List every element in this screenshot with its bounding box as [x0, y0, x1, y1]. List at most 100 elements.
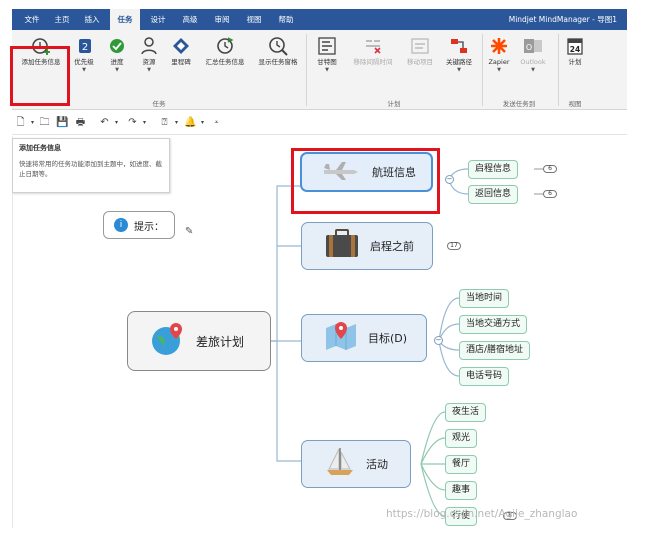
critical-path-button[interactable]: 关键路径 ▼ [440, 32, 478, 96]
priority-icon: 2 [73, 36, 95, 56]
zapier-button[interactable]: Zapier ▼ [484, 32, 514, 96]
summarize-task-info-button[interactable]: 汇总任务信息 [200, 32, 250, 96]
show-task-pane-button[interactable]: 显示任务窗格 [252, 32, 304, 96]
remove-gap-icon [362, 36, 384, 56]
tab-home[interactable]: 主页 [48, 9, 76, 30]
tooltip-body: 快速将常用的任务功能添加到主题中，如进度、截止日期等。 [19, 160, 162, 178]
progress-icon [106, 36, 128, 56]
chevron-down-icon: ▼ [531, 67, 535, 73]
clock-summary-icon [214, 36, 236, 56]
topic-label: 启程之前 [370, 240, 414, 253]
globe-pin-icon [150, 321, 186, 361]
priority-button[interactable]: 2 优先级 ▼ [68, 32, 100, 96]
topic-destination[interactable]: 目标(D) [301, 314, 427, 362]
svg-text:O: O [526, 43, 532, 52]
chevron-down-icon: ▼ [457, 67, 461, 73]
root-topic-label: 差旅计划 [196, 334, 245, 349]
tab-design[interactable]: 设计 [144, 9, 172, 30]
svg-text:2: 2 [82, 42, 88, 53]
person-icon [138, 36, 160, 56]
remove-gap-button[interactable]: 移除间隔时间 [346, 32, 400, 96]
subtopic-sightseeing[interactable]: 观光 [445, 429, 478, 448]
outlook-button[interactable]: O Outlook ▼ [516, 32, 550, 96]
root-topic[interactable]: 差旅计划 [127, 311, 271, 371]
chevron-down-icon[interactable]: ▾ [170, 116, 183, 129]
collapse-toggle[interactable]: − [445, 175, 454, 184]
add-task-info-tooltip: 添加任务信息 快速将常用的任务功能添加到主题中，如进度、截止日期等。 [12, 138, 170, 193]
app-title: Mindjet MindManager - 导图1 [508, 15, 617, 24]
ribbon: 添加任务信息 2 优先级 ▼ 进度 ▼ 资源 ▼ 里程碑 汇总任务信息 显示任务… [12, 30, 627, 110]
critical-path-icon [448, 36, 470, 56]
chevron-down-icon[interactable]: ▾ [110, 116, 123, 129]
count-badge: 6 [543, 165, 557, 173]
highlight-add-task-info [10, 46, 70, 106]
save-icon[interactable]: 💾 [56, 116, 69, 129]
zapier-icon [488, 36, 510, 56]
chevron-down-icon: ▼ [147, 67, 151, 73]
customize-toolbar-icon[interactable]: ⩡ [210, 116, 223, 129]
chevron-down-icon: ▼ [497, 67, 501, 73]
chevron-down-icon: ▼ [115, 67, 119, 73]
move-project-button[interactable]: 移动项目 [402, 32, 438, 96]
subtopic-fun-things[interactable]: 趣事 [445, 481, 478, 500]
milestone-button[interactable]: 里程碑 [166, 32, 196, 96]
group-divider [558, 34, 559, 106]
group-divider [306, 34, 307, 106]
subtopic-phone-number[interactable]: 电话号码 [459, 367, 510, 386]
topic-label: 活动 [366, 458, 388, 471]
milestone-diamond-icon [170, 36, 192, 56]
group-label-send: 发送任务到 [502, 100, 536, 108]
chevron-down-icon: ▼ [82, 67, 86, 73]
tooltip-title: 添加任务信息 [19, 144, 61, 152]
topic-activities[interactable]: 活动 [301, 440, 411, 488]
topic-before-departure[interactable]: 启程之前 [301, 222, 433, 270]
chevron-down-icon: ▼ [325, 67, 329, 73]
group-label-view: 视图 [568, 100, 582, 108]
tab-review[interactable]: 审阅 [208, 9, 236, 30]
schedule-button[interactable]: 24 计划 [560, 32, 590, 96]
tab-file[interactable]: 文件 [18, 9, 46, 30]
note-topic[interactable]: i 提示： [103, 211, 175, 239]
move-project-icon [409, 36, 431, 56]
subtopic-local-time[interactable]: 当地时间 [459, 289, 510, 308]
subtopic-nightlife[interactable]: 夜生活 [445, 403, 487, 422]
collapse-toggle[interactable]: − [434, 336, 443, 345]
tab-help[interactable]: 帮助 [272, 9, 300, 30]
tab-advanced[interactable]: 高级 [176, 9, 204, 30]
edit-note-icon[interactable]: ✎ [185, 226, 193, 237]
print-icon[interactable]: 🖶 [74, 116, 87, 129]
resource-button[interactable]: 资源 ▼ [134, 32, 164, 96]
watermark: https://blog.csdn.net/Agile_zhanglao [386, 508, 578, 520]
calendar-icon: 24 [564, 36, 586, 56]
count-badge: 17 [447, 242, 461, 250]
briefcase-icon [324, 229, 360, 263]
outlook-icon: O [522, 36, 544, 56]
subtopic-hotel-address[interactable]: 酒店/膳宿地址 [459, 341, 531, 360]
calendar-day-text: 24 [570, 45, 580, 54]
topic-label: 目标(D) [368, 332, 408, 345]
gantt-icon [316, 36, 338, 56]
subtopic-restaurant[interactable]: 餐厅 [445, 455, 478, 474]
highlight-flight-topic [291, 148, 440, 214]
subtopic-local-transport[interactable]: 当地交通方式 [459, 315, 528, 334]
ribbon-tab-bar: 文件 主页 插入 任务 设计 高级 审阅 视图 帮助 Mindjet MindM… [12, 9, 627, 30]
progress-button[interactable]: 进度 ▼ [102, 32, 132, 96]
subtopic-departure-info[interactable]: 启程信息 [468, 160, 519, 179]
map-canvas[interactable]: i 提示： ✎ 差旅计划 航班信息 − 启程信息 6 返回信息 6 启程之前 1… [12, 136, 627, 528]
group-label-plan: 计划 [387, 100, 401, 108]
count-badge: 6 [543, 190, 557, 198]
tab-insert[interactable]: 插入 [78, 9, 106, 30]
group-divider [482, 34, 483, 106]
chevron-down-icon[interactable]: ▾ [196, 116, 209, 129]
open-folder-icon[interactable]: 🗀 [38, 116, 51, 129]
tab-view[interactable]: 视图 [240, 9, 268, 30]
clock-search-icon [267, 36, 289, 56]
info-icon: i [114, 218, 128, 232]
sailboat-icon [324, 446, 356, 482]
map-pin-icon [324, 320, 358, 356]
tab-task[interactable]: 任务 [110, 9, 140, 30]
gantt-button[interactable]: 甘特图 ▼ [310, 32, 344, 96]
quick-access-toolbar: 🗋 ▾ 🗀 💾 🖶 ↶ ▾ ↷ ▾ ⍰ ▾ 🔔 ▾ ⩡ [12, 111, 627, 135]
subtopic-return-info[interactable]: 返回信息 [468, 185, 519, 204]
chevron-down-icon[interactable]: ▾ [138, 116, 151, 129]
